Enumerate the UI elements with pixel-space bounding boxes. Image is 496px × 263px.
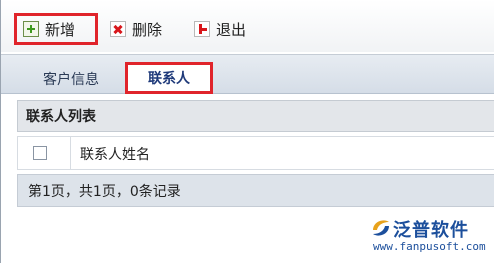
panel-title: 联系人列表 xyxy=(17,100,494,132)
exit-button-label: 退出 xyxy=(216,20,247,39)
pager-status: 第1页，共1页，0条记录 xyxy=(17,174,494,207)
delete-button[interactable]: 删除 xyxy=(110,14,162,44)
tab-bar: 客户信息 联系人 xyxy=(1,54,494,94)
toolbar: 新增 删除 退出 xyxy=(1,0,494,52)
app-window: 新增 删除 退出 客户信息 联系人 联系人列表 联系人姓名 第1页，共1页，0条… xyxy=(0,0,494,263)
exit-button[interactable]: 退出 xyxy=(194,14,246,44)
delete-button-label: 删除 xyxy=(132,20,163,39)
brand-url: www.fanpusoft.com xyxy=(373,240,486,253)
tab-contacts[interactable]: 联系人 xyxy=(125,62,213,94)
brand-name: 泛普软件 xyxy=(393,220,469,241)
column-header-contact-name[interactable]: 联系人姓名 xyxy=(80,144,150,164)
add-button-label: 新增 xyxy=(45,20,76,39)
tab-customer-info[interactable]: 客户信息 xyxy=(21,64,121,94)
fanpu-logo: 泛普软件 www.fanpusoft.com xyxy=(367,216,491,256)
table-header-row: 联系人姓名 xyxy=(17,136,494,170)
logo-mark-icon xyxy=(373,220,389,236)
column-divider xyxy=(70,137,71,169)
left-gutter xyxy=(1,94,17,263)
exit-icon xyxy=(194,21,210,37)
add-icon xyxy=(23,21,39,37)
add-button[interactable]: 新增 xyxy=(14,13,98,45)
delete-icon xyxy=(110,21,126,37)
select-all-checkbox[interactable] xyxy=(33,146,47,160)
